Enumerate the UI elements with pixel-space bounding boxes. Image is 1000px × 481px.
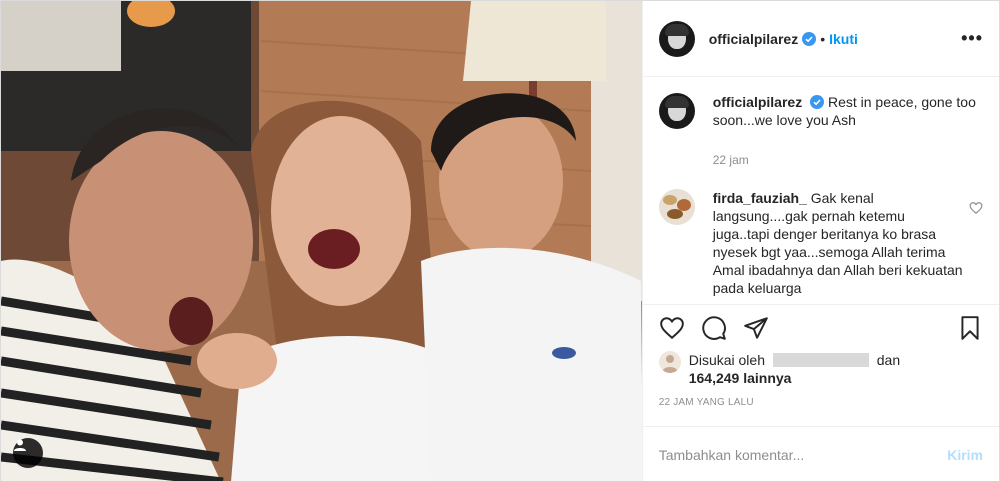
blurred-username: [772, 353, 869, 367]
comment-icon[interactable]: [701, 315, 727, 341]
comment-username[interactable]: firda_fauziah_: [713, 190, 807, 206]
likes-joiner: dan: [876, 352, 901, 368]
comments-list[interactable]: officialpilarez Rest in peace, gone too …: [642, 77, 999, 305]
author-avatar[interactable]: [658, 20, 695, 57]
user-tag-icon: [14, 439, 26, 451]
likes-count[interactable]: 164,249 lainnya: [689, 370, 792, 386]
liker-avatar[interactable]: [658, 351, 681, 373]
verified-badge-icon: [810, 95, 825, 109]
post-header: officialpilarez • Ikuti •••: [642, 1, 999, 77]
caption-author-avatar[interactable]: [658, 93, 695, 129]
list-item: firda_fauziah_ Gak kenal langsung....gak…: [658, 189, 983, 297]
post-comment-button[interactable]: Kirim: [947, 447, 983, 463]
author-username[interactable]: officialpilarez: [709, 31, 798, 47]
bookmark-icon[interactable]: [957, 315, 983, 341]
caption-body: officialpilarez Rest in peace, gone too …: [713, 93, 983, 169]
share-icon[interactable]: [743, 315, 769, 341]
post-timestamp[interactable]: 22 JAM YANG LALU: [643, 387, 999, 408]
post-side-panel: officialpilarez • Ikuti ••• officialpila…: [641, 1, 999, 481]
likes-text: Disukai oleh dan 164,249 lainnya: [689, 351, 900, 387]
post-photo-illustration: [1, 1, 642, 481]
comment-input[interactable]: [658, 446, 948, 463]
comment-body: firda_fauziah_ Gak kenal langsung....gak…: [713, 189, 963, 297]
like-comment-heart-icon[interactable]: [969, 201, 983, 215]
follow-button[interactable]: Ikuti: [829, 31, 858, 47]
likes-prefix: Disukai oleh: [688, 352, 765, 368]
caption-username[interactable]: officialpilarez: [713, 94, 802, 110]
likes-summary: Disukai oleh dan 164,249 lainnya: [643, 351, 999, 387]
user-tag-button[interactable]: [13, 438, 43, 468]
caption-time[interactable]: 22 jam: [713, 151, 983, 169]
post-photo[interactable]: [1, 1, 642, 481]
action-bar: [643, 305, 999, 351]
more-options-icon[interactable]: •••: [961, 28, 983, 49]
instagram-post: officialpilarez • Ikuti ••• officialpila…: [0, 0, 1000, 481]
commenter-avatar[interactable]: [658, 189, 695, 225]
separator-dot: •: [820, 30, 826, 47]
verified-badge-icon: [802, 31, 817, 46]
add-comment-bar: Kirim: [642, 426, 999, 481]
caption: officialpilarez Rest in peace, gone too …: [658, 93, 983, 169]
heart-icon[interactable]: [659, 315, 685, 341]
